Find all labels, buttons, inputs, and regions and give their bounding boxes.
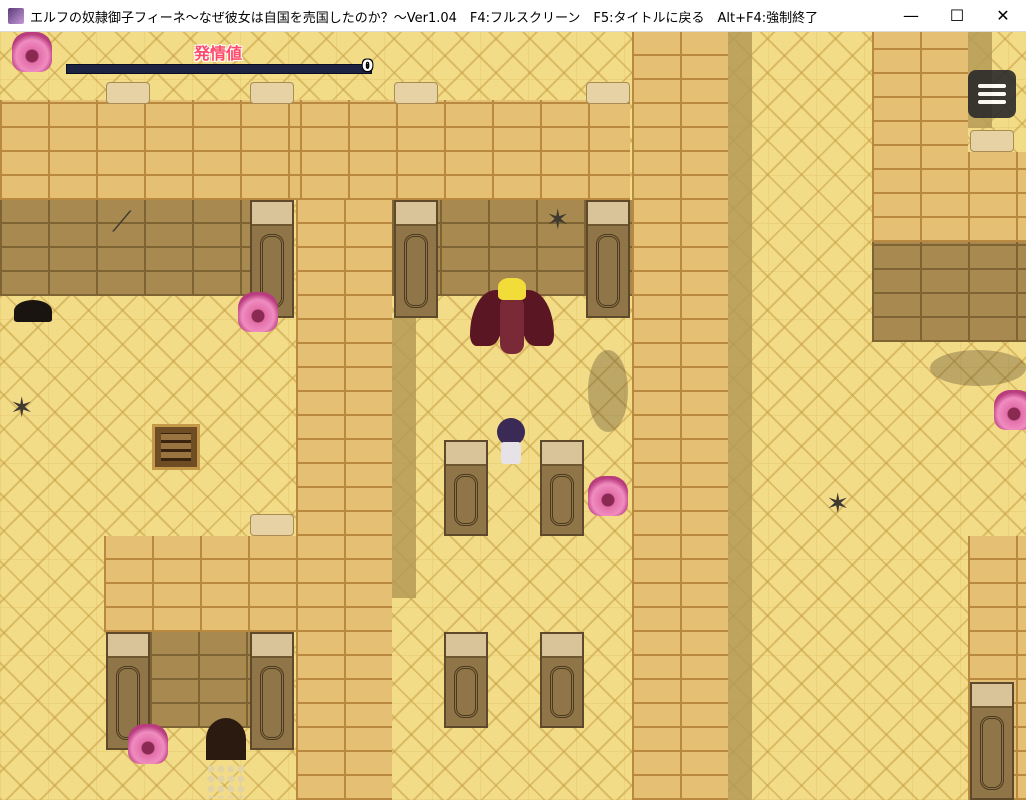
carved-pillar	[444, 440, 488, 536]
pink-tentacle-monster[interactable]	[6, 32, 58, 72]
dragon-body	[500, 296, 524, 354]
carved-pillar	[394, 200, 438, 318]
carved-pillar	[540, 440, 584, 536]
dragon-wing	[470, 290, 502, 346]
stone-cap	[250, 514, 294, 536]
stone-cap	[970, 130, 1014, 152]
scorch-mark	[930, 350, 1026, 386]
pink-tentacle-monster[interactable]	[988, 390, 1026, 430]
carved-pillar	[444, 632, 488, 728]
brick-wall-top	[300, 100, 630, 200]
carved-pillar	[250, 632, 294, 750]
wall-face	[872, 242, 1026, 342]
arousal-gauge-bar	[66, 64, 372, 74]
bone-pile	[206, 764, 246, 798]
shadow	[392, 318, 416, 598]
wall-crack-icon: ✶	[546, 203, 570, 236]
pink-tentacle-monster[interactable]	[122, 724, 174, 764]
player-body	[501, 442, 521, 464]
wall-crack-icon: ⟋	[112, 205, 132, 238]
game-map[interactable]: ✶ ✶ ⟋ ✶	[0, 32, 1026, 800]
wall-face	[150, 632, 250, 728]
carved-pillar	[970, 682, 1014, 800]
hamburger-menu-icon[interactable]	[968, 70, 1016, 118]
arousal-gauge-value: 0	[362, 56, 374, 75]
stone-cap	[586, 82, 630, 104]
brick-wall-top	[968, 152, 1026, 242]
player-character	[494, 418, 528, 466]
carved-pillar	[540, 632, 584, 728]
dragon-demon-npc[interactable]	[470, 276, 554, 366]
pink-tentacle-monster[interactable]	[232, 292, 284, 332]
brick-wall-top	[104, 536, 296, 632]
stone-cap	[106, 82, 150, 104]
close-button[interactable]: ✕	[980, 0, 1026, 32]
dragon-hair	[498, 278, 526, 300]
app-icon	[8, 8, 24, 24]
arousal-gauge-label: 発情値	[194, 44, 243, 63]
window-titlebar[interactable]: エルフの奴隷御子フィーネ～なぜ彼女は自国を売国したのか？～Ver1.04 F4:…	[0, 0, 1026, 32]
pink-tentacle-monster[interactable]	[582, 476, 634, 516]
floor-crack-icon: ✶	[826, 487, 850, 520]
floor-crack-icon: ✶	[10, 391, 34, 424]
brick-wall-top	[872, 32, 968, 242]
shadow	[728, 32, 752, 800]
dragon-wing	[522, 290, 554, 346]
maximize-button[interactable]: ☐	[934, 0, 980, 32]
cave-entrance[interactable]	[206, 718, 246, 760]
stairs-down[interactable]	[152, 424, 200, 470]
wall-hole	[14, 300, 52, 322]
brick-column	[632, 32, 728, 800]
carved-pillar	[586, 200, 630, 318]
stone-cap	[394, 82, 438, 104]
stone-cap	[250, 82, 294, 104]
brick-wall-top	[0, 100, 300, 200]
minimize-button[interactable]: —	[888, 0, 934, 32]
scorch-mark	[588, 350, 628, 432]
brick-column	[296, 200, 392, 800]
window-title: エルフの奴隷御子フィーネ～なぜ彼女は自国を売国したのか？～Ver1.04 F4:…	[30, 11, 819, 26]
